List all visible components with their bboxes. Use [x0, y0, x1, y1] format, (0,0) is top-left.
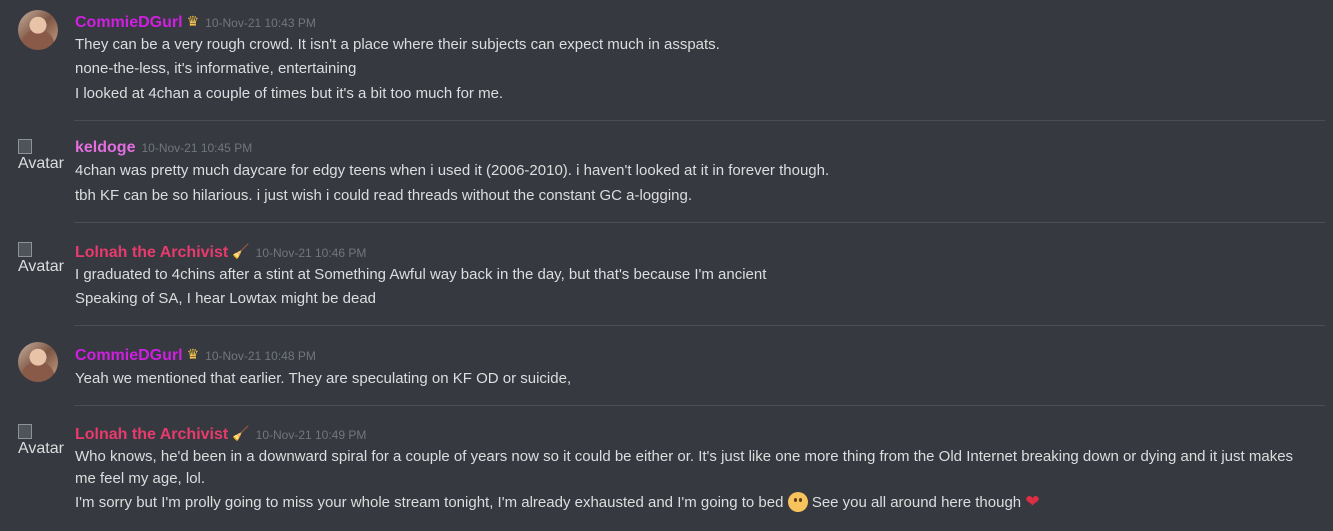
username[interactable]: CommieDGurl: [75, 347, 183, 364]
message-line: 4chan was pretty much daycare for edgy t…: [75, 162, 830, 179]
frowning-face-icon: [787, 492, 808, 512]
broken-image-icon: [18, 424, 32, 439]
avatar[interactable]: [18, 342, 58, 382]
message-line: I looked at 4chan a couple of times but …: [75, 85, 504, 102]
message-line: I graduated to 4chins after a stint at S…: [75, 266, 767, 283]
username[interactable]: CommieDGurl: [75, 14, 183, 31]
avatar-alt-text: Avatar: [18, 258, 64, 275]
message-header: Lolnah the Archivist 🧹 10-Nov-21 10:49 PM: [75, 423, 366, 445]
message-line: none-the-less, it's informative, enterta…: [75, 60, 357, 77]
message-header: CommieDGurl ♛ 10-Nov-21 10:43 PM: [75, 11, 316, 33]
crown-icon: ♛: [186, 346, 200, 362]
red-heart-icon: ❤: [1025, 492, 1040, 511]
message-divider: [74, 405, 1325, 406]
avatar[interactable]: Avatar: [18, 137, 70, 177]
avatar-alt-text: Avatar: [18, 440, 64, 457]
message-line: They can be a very rough crowd. It isn't…: [75, 36, 720, 53]
username[interactable]: keldoge: [75, 139, 135, 156]
message-header: Lolnah the Archivist 🧹 10-Nov-21 10:46 PM: [75, 241, 366, 263]
chat-log: CommieDGurl ♛ 10-Nov-21 10:43 PM They can …: [0, 0, 1333, 531]
message-text: I'm sorry but I'm prolly going to miss y…: [75, 494, 784, 511]
avatar[interactable]: [18, 10, 58, 50]
message-divider: [74, 325, 1325, 326]
crown-icon: ♛: [186, 13, 200, 29]
timestamp: 10-Nov-21 10:46 PM: [255, 246, 367, 260]
message-line: Speaking of SA, I hear Lowtax might be d…: [75, 290, 377, 307]
broom-icon: 🧹: [232, 425, 250, 441]
message-line: tbh KF can be so hilarious. i just wish …: [75, 187, 692, 204]
message-divider: [74, 222, 1325, 223]
message-header: CommieDGurl ♛ 10-Nov-21 10:48 PM: [75, 344, 316, 366]
broken-image-icon: [18, 139, 32, 154]
message-line: Yeah we mentioned that earlier. They are…: [75, 370, 572, 387]
message-header: keldoge 10-Nov-21 10:45 PM: [75, 138, 252, 158]
username[interactable]: Lolnah the Archivist: [75, 426, 228, 443]
avatar[interactable]: Avatar: [18, 422, 70, 462]
timestamp: 10-Nov-21 10:43 PM: [205, 16, 316, 30]
broom-icon: 🧹: [232, 243, 250, 259]
message-line: Who knows, he'd been in a downward spira…: [75, 448, 1294, 465]
message-text: See you all around here though: [811, 494, 1022, 511]
message-line: me feel my age, lol.: [75, 470, 206, 487]
timestamp: 10-Nov-21 10:48 PM: [205, 349, 316, 363]
avatar[interactable]: Avatar: [18, 240, 70, 280]
timestamp: 10-Nov-21 10:49 PM: [255, 428, 367, 442]
timestamp: 10-Nov-21 10:45 PM: [141, 141, 253, 155]
message-line: I'm sorry but I'm prolly going to miss y…: [75, 491, 1320, 513]
broken-image-icon: [18, 242, 32, 257]
avatar-alt-text: Avatar: [18, 155, 64, 172]
message-divider: [74, 120, 1325, 121]
username[interactable]: Lolnah the Archivist: [75, 244, 228, 261]
